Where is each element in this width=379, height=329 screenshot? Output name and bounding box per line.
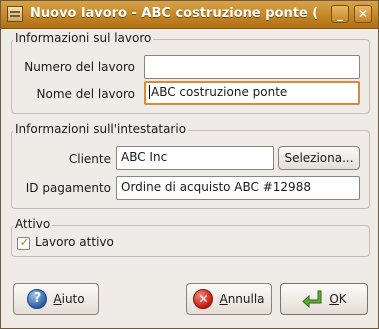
enter-arrow-icon	[302, 290, 322, 309]
window-menu-icon[interactable]	[7, 6, 23, 22]
window-title: Nuovo lavoro - ABC costruzione ponte (	[30, 6, 319, 21]
text-caret	[149, 85, 150, 99]
title-bar[interactable]: Nuovo lavoro - ABC costruzione ponte ( _…	[1, 1, 378, 29]
job-name-field[interactable]: ABC costruzione ponte	[144, 81, 360, 105]
close-button[interactable]: ✕	[354, 5, 372, 23]
cancel-label: Annulla	[219, 292, 265, 306]
payment-id-field[interactable]: Ordine di acquisto ABC #12988	[116, 176, 360, 200]
job-info-legend: Informazioni sul lavoro	[13, 31, 154, 45]
active-legend: Attivo	[13, 217, 53, 231]
job-name-value: ABC costruzione ponte	[151, 85, 288, 99]
help-button[interactable]: ? Aiuto	[13, 283, 99, 315]
help-icon: ?	[27, 289, 48, 309]
customer-label: Cliente	[68, 152, 111, 166]
checkmark-icon: ✓	[19, 235, 30, 249]
ok-button[interactable]: OK	[280, 283, 368, 315]
ok-label: OK	[329, 292, 347, 306]
job-number-field[interactable]	[144, 55, 360, 79]
payment-id-label: ID pagamento	[25, 181, 111, 195]
dialog-window: Nuovo lavoro - ABC costruzione ponte ( _…	[0, 0, 379, 329]
cancel-button[interactable]: ✕ Annulla	[186, 283, 272, 315]
help-label: Aiuto	[53, 292, 85, 306]
minimize-button[interactable]: _	[331, 5, 349, 23]
job-number-label: Numero del lavoro	[24, 60, 135, 74]
job-active-checkbox[interactable]: ✓	[17, 235, 30, 250]
job-name-label: Nome del lavoro	[36, 87, 136, 101]
cancel-icon: ✕	[193, 289, 214, 309]
job-active-label[interactable]: Lavoro attivo	[35, 235, 114, 249]
select-customer-button[interactable]: Seleziona...	[278, 146, 360, 170]
customer-field[interactable]: ABC Inc	[116, 146, 274, 170]
owner-info-legend: Informazioni sull'intestatario	[13, 122, 189, 136]
